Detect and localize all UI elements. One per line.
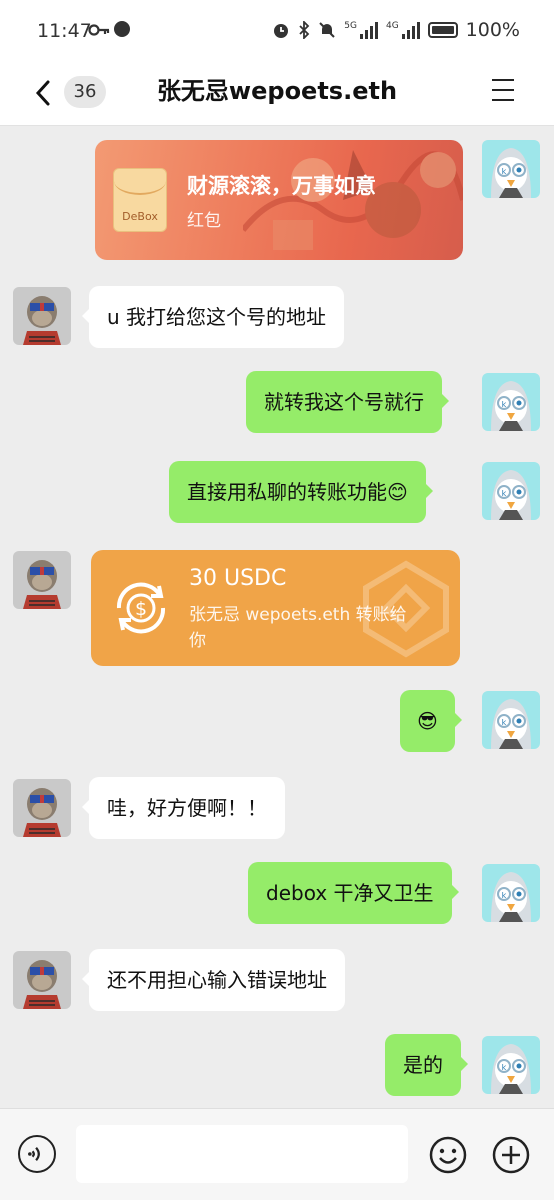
message-bubble[interactable]: 直接用私聊的转账功能😊: [169, 461, 433, 523]
battery-icon: [427, 22, 458, 38]
svg-text:k: k: [502, 718, 507, 727]
ape-avatar-icon: [13, 551, 71, 609]
status-bar: 11:47 5G 4G 100%: [0, 0, 554, 62]
penguin-avatar-icon: k: [482, 864, 540, 922]
more-menu-icon[interactable]: [492, 79, 514, 101]
alarm-icon: [274, 24, 289, 38]
svg-text:k: k: [502, 167, 507, 176]
bluetooth-icon: [299, 21, 310, 39]
message-bubble[interactable]: 就转我这个号就行: [246, 371, 449, 433]
svg-text:$: $: [135, 598, 147, 620]
red-packet-artwork: [243, 150, 463, 250]
ape-avatar-icon: [13, 951, 71, 1009]
message-bubble[interactable]: 是的: [385, 1034, 468, 1096]
battery-level: 100%: [465, 19, 520, 41]
mute-icon: [319, 22, 335, 38]
svg-text:k: k: [502, 1063, 507, 1072]
message-bubble[interactable]: 还不用担心输入错误地址: [82, 949, 345, 1011]
message-bubble[interactable]: u 我打给您这个号的地址: [81, 286, 345, 348]
ape-avatar-icon: [13, 287, 71, 345]
transfer-amount: 30 USDC: [189, 566, 287, 591]
red-envelope-label: DeBox: [122, 210, 158, 223]
key-icon: [88, 24, 110, 36]
plus-icon[interactable]: [491, 1135, 531, 1175]
input-bar: [0, 1108, 554, 1200]
transfer-dollar-icon: $: [116, 582, 166, 634]
penguin-avatar-icon: k: [482, 373, 540, 431]
avatar-self[interactable]: k: [482, 691, 540, 749]
avatar-contact[interactable]: [13, 951, 71, 1009]
red-envelope-icon: DeBox: [113, 168, 167, 232]
red-packet-card[interactable]: DeBox 财源滚滚，万事如意 红包: [95, 140, 463, 260]
signal-4g-icon: 4G: [386, 21, 420, 39]
penguin-avatar-icon: k: [482, 691, 540, 749]
avatar-self[interactable]: k: [482, 462, 540, 520]
back-icon[interactable]: [30, 76, 60, 110]
transfer-card[interactable]: $ 30 USDC 张无忌 wepoets.eth 转账给你: [91, 550, 460, 666]
ape-avatar-icon: [13, 779, 71, 837]
message-bubble[interactable]: 😎: [400, 690, 462, 752]
avatar-self[interactable]: k: [482, 373, 540, 431]
svg-text:k: k: [502, 891, 507, 900]
chat-header: 36 张无忌wepoets.eth: [0, 62, 554, 126]
message-bubble[interactable]: debox 干净又卫生: [248, 862, 459, 924]
penguin-avatar-icon: k: [482, 1036, 540, 1094]
avatar-contact[interactable]: [13, 551, 71, 609]
avatar-self[interactable]: k: [482, 864, 540, 922]
message-bubble[interactable]: 哇，好方便啊！！: [82, 777, 285, 839]
penguin-avatar-icon: k: [482, 462, 540, 520]
red-packet-subtitle: 红包: [187, 211, 221, 231]
record-icon: [114, 21, 130, 37]
transfer-description: 张无忌 wepoets.eth 转账给你: [189, 605, 407, 651]
status-time: 11:47: [37, 20, 92, 42]
status-right: 5G 4G 100%: [272, 19, 520, 41]
avatar-self[interactable]: k: [482, 1036, 540, 1094]
svg-text:k: k: [502, 400, 507, 409]
message-input[interactable]: [76, 1125, 408, 1183]
svg-text:k: k: [502, 489, 507, 498]
avatar-contact[interactable]: [13, 287, 71, 345]
signal-5g-icon: 5G: [344, 21, 378, 39]
red-packet-title: 财源滚滚，万事如意: [187, 174, 376, 198]
avatar-contact[interactable]: [13, 779, 71, 837]
voice-icon[interactable]: [18, 1135, 56, 1173]
emoji-icon[interactable]: [428, 1135, 468, 1175]
avatar-self[interactable]: k: [482, 140, 540, 198]
penguin-avatar-icon: k: [482, 140, 540, 198]
unread-count-badge[interactable]: 36: [64, 76, 106, 108]
